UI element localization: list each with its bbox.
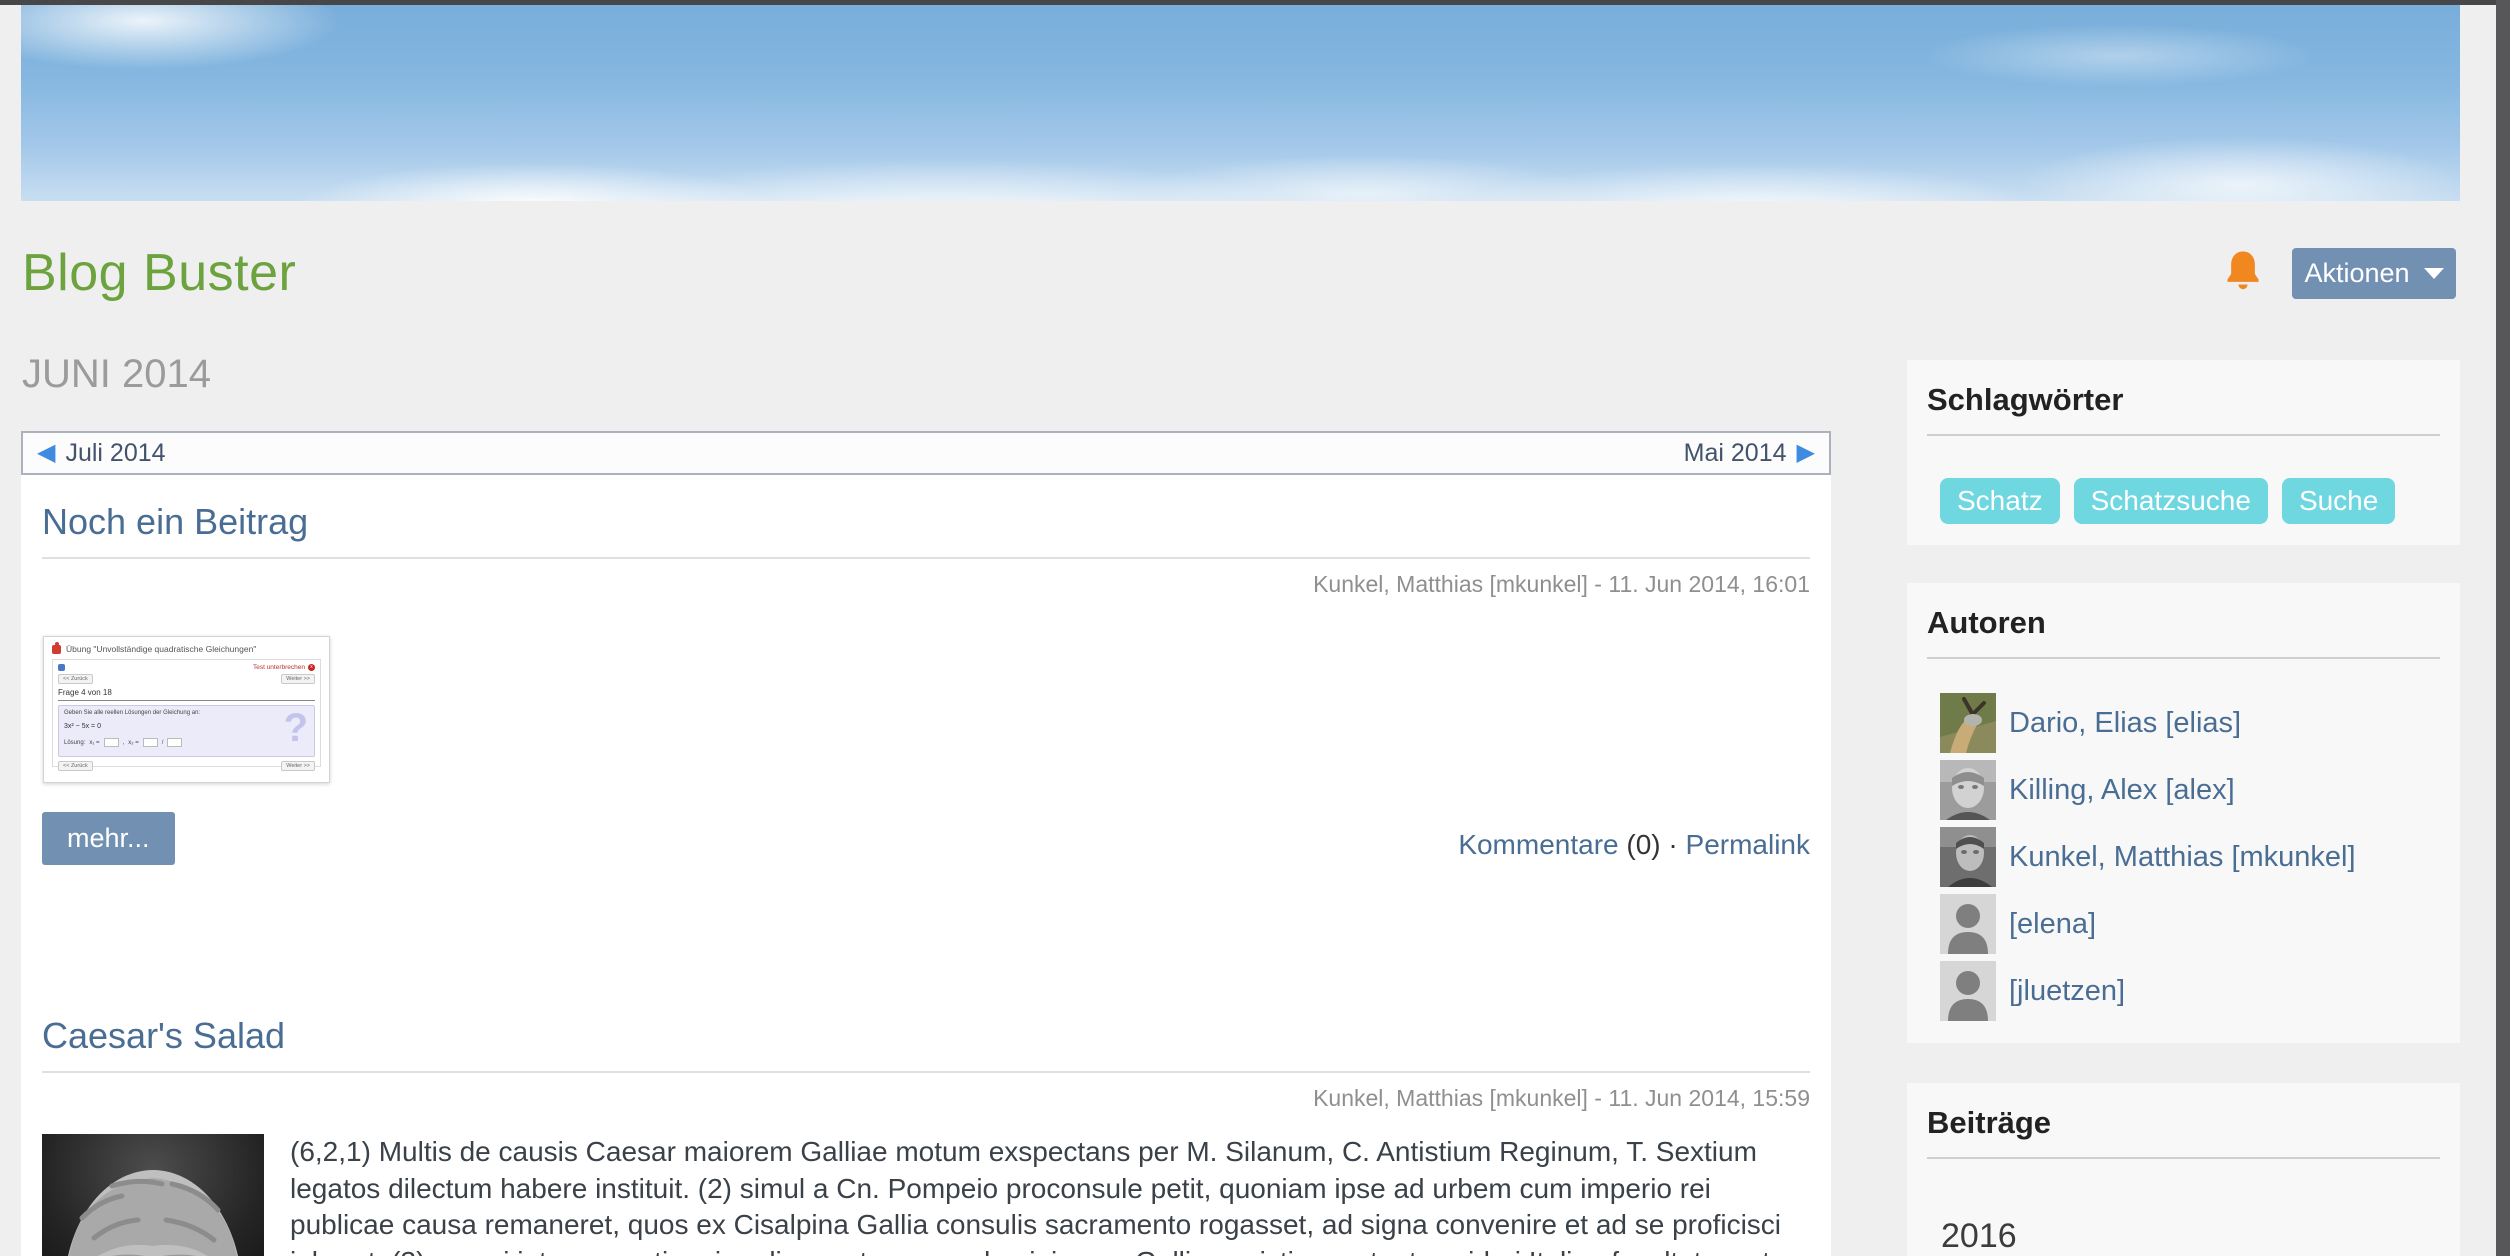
thumb-next-button: Weiter >>: [281, 674, 315, 684]
thumb-input-field: [143, 738, 158, 747]
author-row[interactable]: [jluetzen]: [1940, 961, 2440, 1021]
tag-suche[interactable]: Suche: [2282, 478, 2395, 524]
thumb-question-box: Geben Sie alle reellen Lösungen der Glei…: [58, 705, 315, 757]
authors-panel-title: Autoren: [1927, 605, 2440, 641]
arrow-left-icon: ◀: [37, 441, 55, 465]
divider: [42, 1071, 1810, 1073]
blog-page: Blog Buster Aktionen JUNI 2014 ◀ Juli 20…: [0, 0, 2510, 1256]
divider: [1927, 434, 2440, 436]
thumb-question-prompt: Geben Sie alle reellen Lösungen der Glei…: [64, 710, 309, 716]
author-name: Dario, Elias [elias]: [2009, 707, 2241, 740]
thumb-solution-label: Lösung:: [64, 740, 85, 746]
exercise-puzzle-icon: [52, 645, 61, 654]
thumb-interrupt-label: Test unterbrechen: [253, 664, 305, 671]
caesar-bust-image[interactable]: [42, 1134, 264, 1256]
divider: [1927, 657, 2440, 659]
author-row[interactable]: Dario, Elias [elias]: [1940, 693, 2440, 753]
author-avatar-photo: [1940, 760, 1996, 820]
post-footer-links: Kommentare (0) · Permalink: [1458, 829, 1810, 865]
author-avatar-silhouette: [1940, 894, 1996, 954]
notification-bell-icon[interactable]: [2222, 249, 2264, 293]
thumb-test-icon: [58, 664, 65, 671]
dot-separator: ·: [1668, 829, 1677, 860]
arrow-right-icon: ▶: [1797, 441, 1815, 465]
thumb-question-watermark: ?: [284, 706, 308, 751]
blog-banner-sky-image: [21, 5, 2460, 201]
more-button[interactable]: mehr...: [42, 812, 175, 865]
thumb-next-button-bottom: Weiter >>: [281, 761, 315, 771]
permalink-link[interactable]: Permalink: [1686, 829, 1810, 860]
author-name: [elena]: [2009, 908, 2096, 941]
comments-link[interactable]: Kommentare: [1458, 829, 1618, 860]
thumb-comma: ,: [123, 740, 125, 746]
posts-content-area: Noch ein Beitrag Kunkel, Matthias [mkunk…: [21, 475, 1831, 1256]
chevron-down-icon: [2424, 268, 2444, 279]
thumb-input-field: [104, 738, 119, 747]
thumb-answer-row: Lösung: x₁ = , x₂ = /: [64, 738, 309, 747]
prev-month-link[interactable]: ◀ Juli 2014: [37, 439, 166, 468]
author-row[interactable]: Killing, Alex [alex]: [1940, 760, 2440, 820]
month-heading: JUNI 2014: [22, 352, 211, 397]
author-name: Kunkel, Matthias [mkunkel]: [2009, 841, 2356, 874]
author-name: Killing, Alex [alex]: [2009, 774, 2235, 807]
tag-schatzsuche[interactable]: Schatzsuche: [2074, 478, 2268, 524]
post-meta: Kunkel, Matthias [mkunkel] - 11. Jun 201…: [42, 571, 1810, 598]
thumb-question-number: Frage 4 von 18: [58, 688, 315, 701]
divider: [1927, 1157, 2440, 1159]
prev-month-label: Juli 2014: [65, 439, 165, 468]
post-body-text: (6,2,1) Multis de causis Caesar maiorem …: [290, 1134, 1790, 1256]
thumb-back-button: << Zurück: [58, 674, 93, 684]
post-title-link[interactable]: Noch ein Beitrag: [42, 501, 1810, 543]
author-avatar-photo: [1940, 827, 1996, 887]
actions-dropdown-button[interactable]: Aktionen: [2292, 248, 2456, 299]
page-title: Blog Buster: [22, 243, 296, 303]
author-avatar-silhouette: [1940, 961, 1996, 1021]
tags-panel: Schlagwörter Schatz Schatzsuche Suche: [1907, 360, 2460, 545]
divider: [42, 557, 1810, 559]
author-avatar-photo: [1940, 693, 1996, 753]
author-row[interactable]: [elena]: [1940, 894, 2440, 954]
actions-label: Aktionen: [2304, 258, 2409, 289]
comments-count: (0): [1626, 829, 1660, 860]
thumb-exercise-title: Übung "Unvollständige quadratische Gleic…: [66, 644, 256, 654]
post-meta: Kunkel, Matthias [mkunkel] - 11. Jun 201…: [42, 1085, 1810, 1112]
thumb-back-button-bottom: << Zurück: [58, 761, 93, 771]
entries-panel-title: Beiträge: [1927, 1105, 2440, 1141]
thumb-x2-label: x₂ =: [128, 740, 139, 746]
post-title-link[interactable]: Caesar's Salad: [42, 1015, 1810, 1057]
post-attachment-thumbnail[interactable]: Übung "Unvollständige quadratische Gleic…: [43, 636, 330, 783]
tag-schatz[interactable]: Schatz: [1940, 478, 2060, 524]
thumb-input-field: [167, 738, 182, 747]
entries-panel: Beiträge 2016: [1907, 1083, 2460, 1256]
next-month-label: Mai 2014: [1684, 439, 1787, 468]
authors-panel: Autoren Dario, Elias [elias]: [1907, 583, 2460, 1043]
thumb-equation: 3x² − 5x = 0: [64, 723, 309, 730]
thumb-test-player: Test unterbrechen x << Zurück Weiter >> …: [52, 659, 321, 767]
thumb-interrupt-link: Test unterbrechen x: [253, 664, 315, 671]
thumb-stop-icon: x: [308, 664, 315, 671]
next-month-link[interactable]: Mai 2014 ▶: [1684, 439, 1815, 468]
author-name: [jluetzen]: [2009, 975, 2125, 1008]
thumb-slash: /: [162, 740, 164, 746]
scrollbar-track[interactable]: [2496, 0, 2510, 1256]
month-navigation-bar: ◀ Juli 2014 Mai 2014 ▶: [21, 431, 1831, 475]
entries-year-2016[interactable]: 2016: [1941, 1217, 2440, 1256]
thumb-x1-label: x₁ =: [89, 740, 99, 746]
tags-panel-title: Schlagwörter: [1927, 382, 2440, 418]
author-row[interactable]: Kunkel, Matthias [mkunkel]: [1940, 827, 2440, 887]
